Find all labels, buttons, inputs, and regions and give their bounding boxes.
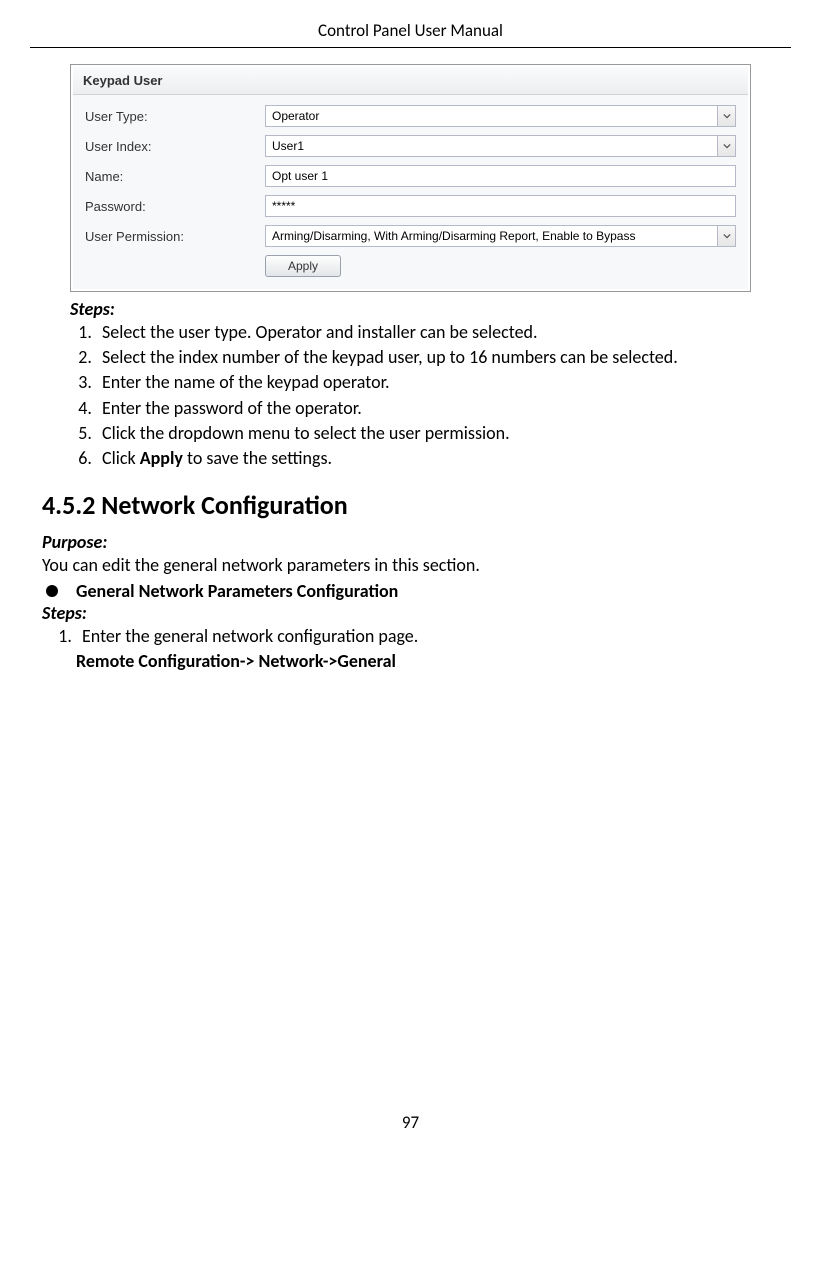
select-permission-value: Arming/Disarming, With Arming/Disarming … xyxy=(272,229,635,243)
bullet-general-network: General Network Parameters Configuration xyxy=(42,580,779,602)
step-item: Select the index number of the keypad us… xyxy=(96,345,779,370)
apply-button[interactable]: Apply xyxy=(265,255,341,277)
keypad-user-panel: Keypad User User Type: Operator User Ind… xyxy=(70,64,751,292)
chevron-down-icon[interactable] xyxy=(717,136,735,156)
label-name: Name: xyxy=(85,169,265,184)
steps-list: Select the user type. Operator and insta… xyxy=(96,320,779,471)
panel-title: Keypad User xyxy=(73,67,748,95)
section-heading: 4.5.2 Network Configuration xyxy=(42,489,779,521)
step-item: Enter the name of the keypad operator. xyxy=(96,370,779,395)
document-content: Steps: Select the user type. Operator an… xyxy=(30,298,791,672)
chevron-down-icon[interactable] xyxy=(717,106,735,126)
step6-prefix: Click xyxy=(102,447,140,469)
row-password: Password: xyxy=(85,195,736,217)
navigation-path: Remote Configuration-> Network->General xyxy=(76,650,779,672)
input-name[interactable] xyxy=(265,165,736,187)
step2-item: Enter the general network configuration … xyxy=(76,624,779,649)
step-item: Enter the password of the operator. xyxy=(96,396,779,421)
select-user-index-value: User1 xyxy=(272,139,304,153)
steps2-list: Enter the general network configuration … xyxy=(76,624,779,649)
select-permission[interactable]: Arming/Disarming, With Arming/Disarming … xyxy=(265,225,736,247)
label-permission: User Permission: xyxy=(85,229,265,244)
select-user-index[interactable]: User1 xyxy=(265,135,736,157)
label-user-index: User Index: xyxy=(85,139,265,154)
step6-bold: Apply xyxy=(140,447,183,469)
select-user-type[interactable]: Operator xyxy=(265,105,736,127)
row-user-index: User Index: User1 xyxy=(85,135,736,157)
page-header-title: Control Panel User Manual xyxy=(30,20,791,48)
purpose-text: You can edit the general network paramet… xyxy=(42,553,779,578)
step6-suffix: to save the settings. xyxy=(183,447,332,469)
row-permission: User Permission: Arming/Disarming, With … xyxy=(85,225,736,247)
bullet-title: General Network Parameters Configuration xyxy=(76,580,398,602)
chevron-down-icon[interactable] xyxy=(717,226,735,246)
step-item: Select the user type. Operator and insta… xyxy=(96,320,779,345)
steps2-heading: Steps: xyxy=(42,602,779,624)
page-number: 97 xyxy=(30,1112,791,1133)
row-name: Name: xyxy=(85,165,736,187)
step-item: Click Apply to save the settings. xyxy=(96,446,779,471)
input-password[interactable] xyxy=(265,195,736,217)
row-user-type: User Type: Operator xyxy=(85,105,736,127)
step-item: Click the dropdown menu to select the us… xyxy=(96,421,779,446)
steps-heading: Steps: xyxy=(70,298,779,320)
label-user-type: User Type: xyxy=(85,109,265,124)
bullet-dot-icon xyxy=(46,585,58,597)
label-password: Password: xyxy=(85,199,265,214)
purpose-heading: Purpose: xyxy=(42,531,779,553)
select-user-type-value: Operator xyxy=(272,109,319,123)
